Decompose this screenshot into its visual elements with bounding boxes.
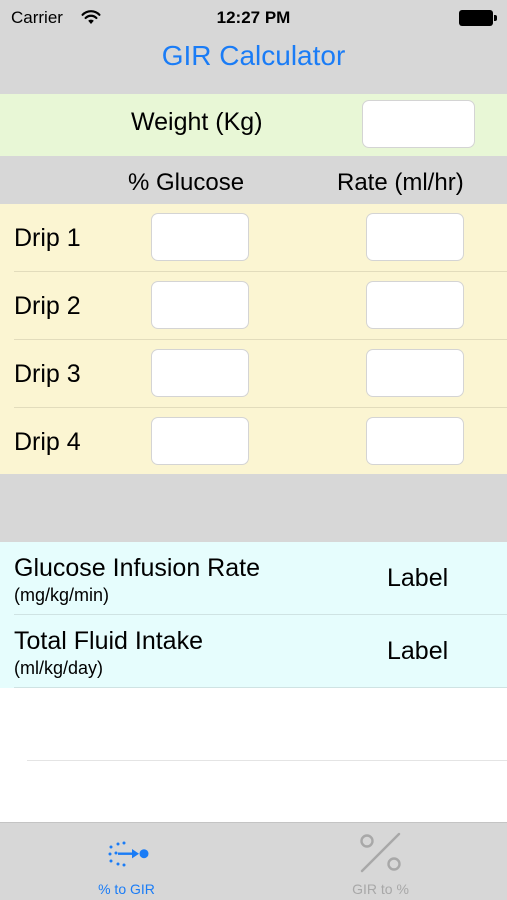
drips-section: Drip 1 Drip 2 Drip 3 Drip 4 (0, 204, 507, 474)
tab-gir-to-percent[interactable]: GIR to % (254, 823, 507, 900)
results-section: Glucose Infusion Rate (mg/kg/min) Label … (0, 542, 507, 688)
drip-row: Drip 4 (0, 408, 507, 476)
tab-label: % to GIR (98, 881, 155, 897)
column-header-row: % Glucose Rate (ml/hr) (0, 156, 507, 204)
drip-label: Drip 3 (14, 360, 81, 388)
glucose-field[interactable] (151, 349, 249, 397)
section-spacer (0, 474, 507, 542)
result-title: Glucose Infusion Rate (14, 554, 260, 582)
tab-bar: % to GIR GIR to % (0, 822, 507, 900)
result-title: Total Fluid Intake (14, 627, 203, 655)
row-divider (14, 687, 507, 688)
rate-field[interactable] (366, 349, 464, 397)
tab-label: GIR to % (352, 881, 409, 897)
percent-icon (360, 832, 401, 873)
status-bar: Carrier 12:27 PM (0, 0, 507, 36)
glucose-column-header: % Glucose (128, 169, 245, 196)
status-time: 12:27 PM (216, 8, 291, 27)
drip-row: Drip 3 (0, 340, 507, 408)
result-row: Glucose Infusion Rate (mg/kg/min) Label (0, 542, 507, 615)
drip-row: Drip 1 (0, 204, 507, 272)
navigation-bar: Carrier 12:27 PM GIR Calculator (0, 0, 507, 94)
result-value: Label (387, 564, 449, 592)
rate-field[interactable] (366, 213, 464, 261)
glucose-field[interactable] (151, 417, 249, 465)
drip-label: Drip 2 (14, 292, 81, 320)
drip-label: Drip 1 (14, 224, 81, 252)
weight-row: Weight (Kg) (0, 94, 507, 156)
result-row: Total Fluid Intake (ml/kg/day) Label (0, 615, 507, 688)
empty-row-divider (27, 760, 507, 761)
battery-icon (459, 10, 497, 26)
rate-field[interactable] (366, 281, 464, 329)
result-unit: (ml/kg/day) (14, 658, 104, 678)
glucose-field[interactable] (151, 281, 249, 329)
weight-field[interactable] (362, 100, 475, 148)
rate-field[interactable] (366, 417, 464, 465)
percent-to-gir-icon (108, 841, 149, 867)
result-value: Label (387, 637, 449, 665)
page-title: GIR Calculator (161, 40, 346, 71)
tab-percent-to-gir[interactable]: % to GIR (0, 823, 253, 900)
rate-column-header: Rate (ml/hr) (337, 169, 464, 196)
glucose-field[interactable] (151, 213, 249, 261)
result-unit: (mg/kg/min) (14, 585, 110, 605)
drip-row: Drip 2 (0, 272, 507, 340)
weight-label: Weight (Kg) (131, 108, 263, 136)
drip-label: Drip 4 (14, 428, 81, 456)
